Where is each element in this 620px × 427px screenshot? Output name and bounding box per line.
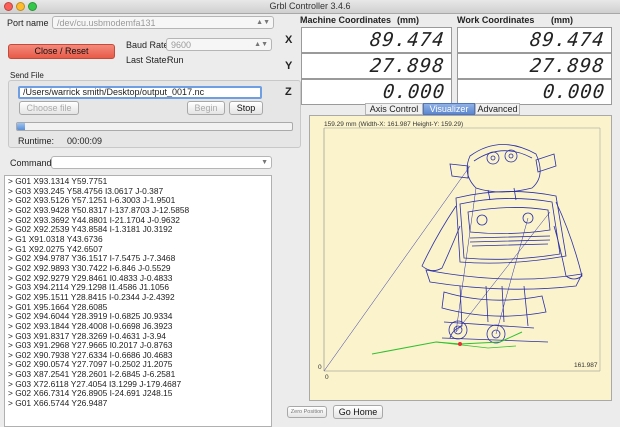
work-coordinates-header: Work Coordinates — [457, 15, 535, 25]
chevron-down-icon: ▼ — [261, 159, 268, 166]
toolpath-svg: 159.29 mm (Width-X: 161.987 Height-Y: 15… — [318, 121, 601, 381]
chevron-down-icon: ▲▼ — [256, 19, 270, 26]
axis-z-label: Z — [285, 86, 292, 98]
file-path-input[interactable]: /Users/warrick smith/Desktop/output_0017… — [18, 86, 262, 99]
robot-right-eye — [504, 149, 518, 163]
runtime-label: Runtime: — [18, 136, 55, 146]
axis-x-label: X — [285, 34, 293, 46]
log-line: > G01 X66.5744 Y26.9487 — [8, 398, 108, 409]
work-z-value: 0.000 — [541, 81, 607, 103]
baud-rate-select[interactable]: 9600 ▲▼ — [166, 38, 272, 51]
robot-right-leg — [501, 285, 529, 327]
machine-coordinates-header: Machine Coordinates — [300, 15, 392, 25]
stop-button[interactable]: Stop — [229, 101, 263, 115]
robot-left-pupil — [490, 155, 496, 161]
port-name-label: Port name — [7, 18, 49, 28]
tab-visualizer[interactable]: Visualizer — [423, 103, 475, 115]
robot-grille-lines — [469, 235, 551, 247]
window-title: Grbl Controller 3.4.6 — [269, 1, 351, 11]
robot-right-arm — [553, 201, 583, 280]
port-select-value: /dev/cu.usbmodemfa131 — [57, 18, 156, 28]
title-bar: Grbl Controller 3.4.6 — [0, 0, 620, 14]
origin-label-bottom: 0 — [325, 374, 329, 381]
machine-x-value: 89.474 — [369, 29, 447, 51]
robot-head-inner-path — [473, 150, 533, 162]
rapid-move-line-1 — [323, 165, 471, 372]
send-file-label: Send File — [10, 71, 44, 80]
robot-base-lines — [441, 321, 549, 343]
command-log[interactable]: > G01 X93.1314 Y59.7751 > G03 X93.245 Y58… — [4, 175, 272, 427]
machine-y-value: 27.898 — [369, 55, 447, 77]
port-select[interactable]: /dev/cu.usbmodemfa131 ▲▼ — [52, 16, 274, 29]
robot-left-arm — [421, 205, 461, 271]
visualizer-header: 159.29 mm (Width-X: 161.987 Height-Y: 15… — [324, 121, 463, 128]
runtime-value: 00:00:09 — [67, 136, 103, 146]
work-x-display: 89.474 — [457, 27, 612, 53]
tab-axis-control[interactable]: Axis Control — [365, 103, 423, 115]
close-reset-button[interactable]: Close / Reset — [8, 44, 115, 59]
rapid-move-line-4 — [495, 217, 529, 335]
work-y-display: 27.898 — [457, 53, 612, 79]
machine-units-label: (mm) — [397, 15, 419, 25]
machine-z-display: 0.000 — [301, 79, 452, 105]
command-input[interactable]: ▼ — [51, 156, 272, 169]
robot-head-path — [466, 144, 541, 193]
command-label: Command — [10, 158, 52, 168]
machine-y-display: 27.898 — [301, 53, 452, 79]
baud-rate-value: 9600 — [171, 40, 192, 50]
x-max-label: 161.987 — [574, 362, 598, 369]
tab-advanced[interactable]: Advanced — [475, 103, 520, 115]
begin-button[interactable]: Begin — [187, 101, 225, 115]
tool-position-marker — [458, 342, 462, 346]
zero-position-button[interactable]: Zero Position — [287, 406, 327, 418]
work-units-label: (mm) — [551, 15, 573, 25]
robot-left-eye — [486, 151, 500, 165]
robot-hip-band — [441, 291, 547, 317]
send-progress-bar — [16, 122, 293, 131]
robot-left-leg — [449, 285, 489, 339]
last-state-label: Last State: — [126, 55, 170, 65]
work-x-value: 89.474 — [529, 29, 607, 51]
send-progress-fill — [17, 123, 26, 130]
origin-label-left: 0 — [318, 364, 322, 371]
go-home-button[interactable]: Go Home — [333, 405, 383, 419]
robot-waist — [425, 269, 583, 290]
work-y-value: 27.898 — [529, 55, 607, 77]
robot-toolpath — [323, 144, 583, 372]
axis-y-label: Y — [285, 60, 293, 72]
machine-x-display: 89.474 — [301, 27, 452, 53]
work-z-display: 0.000 — [457, 79, 612, 105]
robot-chest-panel — [467, 207, 551, 234]
chevron-down-icon: ▲▼ — [254, 41, 268, 48]
visualizer-canvas[interactable]: 159.29 mm (Width-X: 161.987 Height-Y: 15… — [309, 115, 612, 401]
robot-chest-button-left — [476, 214, 488, 226]
machine-z-value: 0.000 — [381, 81, 447, 103]
baud-rate-label: Baud Rate — [126, 40, 169, 50]
robot-right-pupil — [508, 153, 514, 159]
robot-left-ear — [449, 163, 469, 179]
choose-file-button[interactable]: Choose file — [19, 101, 79, 115]
last-state-value: Run — [167, 55, 184, 65]
